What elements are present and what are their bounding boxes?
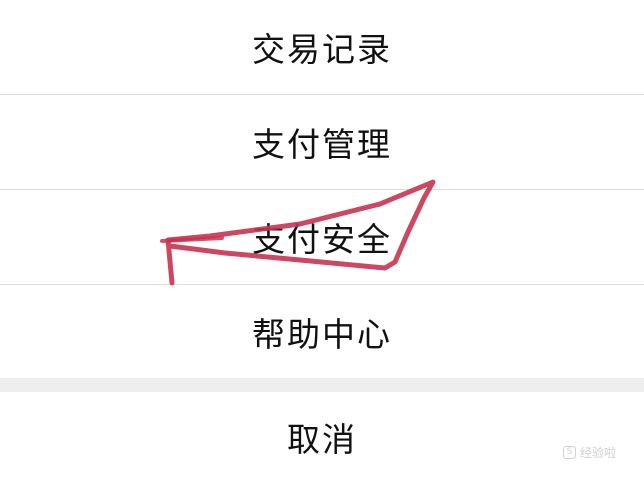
- menu-item-label: 支付安全: [252, 220, 392, 259]
- menu-item-payment-security[interactable]: 支付安全: [0, 190, 644, 284]
- watermark-text: 经验啦: [579, 446, 616, 460]
- menu-item-label: 交易记录: [252, 30, 392, 69]
- menu-item-help-center[interactable]: 帮助中心: [0, 285, 644, 378]
- section-gap: [0, 378, 644, 392]
- cancel-button[interactable]: 取消: [0, 392, 644, 481]
- watermark: S 经验啦: [562, 444, 616, 461]
- watermark-logo-icon: S: [562, 446, 576, 459]
- action-sheet: 交易记录 支付管理 支付安全 帮助中心 取消 S 经验啦: [0, 0, 644, 481]
- menu-item-payment-management[interactable]: 支付管理: [0, 95, 644, 189]
- menu-item-transaction-records[interactable]: 交易记录: [0, 0, 644, 94]
- cancel-button-label: 取消: [287, 419, 357, 459]
- menu-item-label: 支付管理: [252, 125, 392, 164]
- menu-item-label: 帮助中心: [252, 314, 392, 354]
